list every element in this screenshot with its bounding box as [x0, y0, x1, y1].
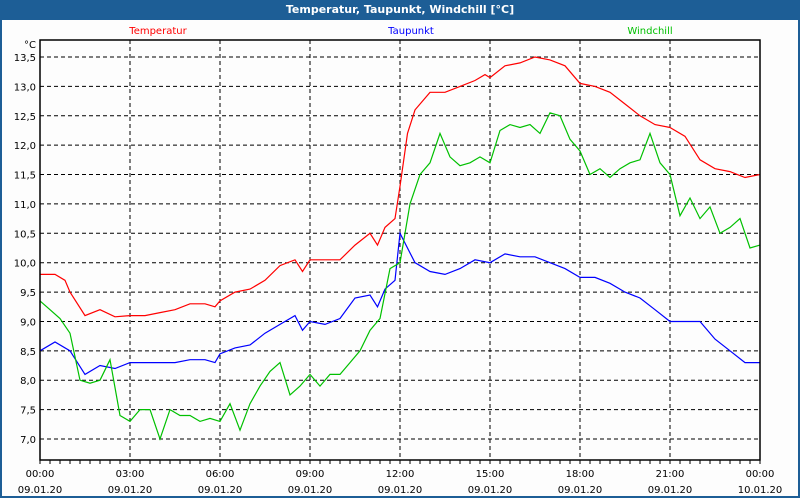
y-tick-label: 8,5 [20, 347, 36, 358]
series-line-taupunkt [39, 231, 760, 376]
y-axis-unit: °C [24, 40, 36, 51]
y-tick-label: 11,5 [14, 171, 36, 182]
x-tick-date: 09.01.20 [648, 485, 693, 496]
x-tick-date: 09.01.20 [468, 485, 513, 496]
x-tick-time: 09:00 [296, 469, 325, 480]
y-tick-label: 10,5 [14, 229, 36, 240]
x-tick-time: 21:00 [656, 469, 685, 480]
x-tick-date: 09.01.20 [378, 485, 423, 496]
y-tick-label: 12,0 [14, 141, 36, 152]
y-tick-label: 8,0 [20, 376, 36, 387]
x-tick-time: 03:00 [116, 469, 145, 480]
legend-taupunkt: Taupunkt [387, 26, 434, 37]
y-tick-label: 9,5 [20, 288, 36, 299]
y-tick-label: 10,0 [14, 259, 36, 270]
series-line-temperatur [40, 56, 761, 318]
x-tick-time: 00:00 [746, 469, 775, 480]
y-tick-label: 12,5 [14, 112, 36, 123]
x-tick-date: 09.01.20 [108, 485, 153, 496]
y-tick-label: 7,0 [20, 435, 36, 446]
x-tick-time: 00:00 [26, 469, 55, 480]
x-tick-time: 15:00 [476, 469, 505, 480]
x-tick-date: 09.01.20 [198, 485, 243, 496]
y-tick-label: 7,5 [20, 406, 36, 417]
y-tick-label: 9,0 [20, 317, 36, 328]
legend-windchill: Windchill [627, 26, 672, 37]
x-tick-date: 10.01.20 [738, 485, 783, 496]
x-tick-time: 12:00 [386, 469, 415, 480]
legend-temperatur: Temperatur [128, 26, 187, 37]
x-tick-date: 09.01.20 [558, 485, 603, 496]
x-tick-time: 18:00 [566, 469, 595, 480]
y-tick-label: 13,5 [14, 53, 36, 64]
x-tick-time: 06:00 [206, 469, 235, 480]
x-tick-date: 09.01.20 [288, 485, 333, 496]
chart: 7,0 7,5 8,0 8,5 9,0 9,5 10,0 10,5 11,0 11,5 12,0 12… [14, 26, 783, 496]
y-tick-label: 13,0 [14, 82, 36, 93]
x-tick-date: 09.01.20 [18, 485, 63, 496]
y-tick-label: 11,0 [14, 200, 36, 211]
